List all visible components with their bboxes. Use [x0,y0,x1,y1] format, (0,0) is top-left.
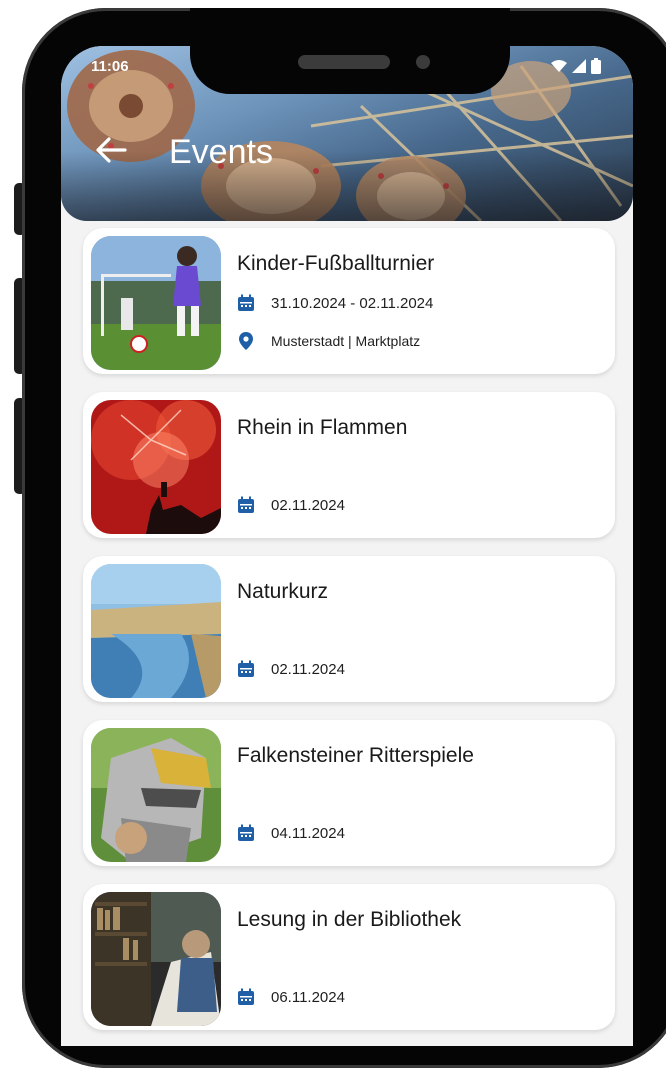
event-date: 02.11.2024 [271,496,345,514]
location-pin-icon [237,332,255,350]
event-date: 06.11.2024 [271,988,345,1006]
event-card[interactable]: Rhein in Flammen 02.11.2024 [83,392,615,538]
calendar-icon [237,496,255,514]
event-card[interactable]: Lesung in der Bibliothek 06.11.2024 [83,884,615,1030]
calendar-icon [237,294,255,312]
event-title: Lesung in der Bibliothek [237,908,462,931]
signal-icon [572,59,586,78]
status-time: 11:06 [91,58,129,75]
back-button[interactable] [91,132,131,172]
event-date-row: 06.11.2024 [237,988,345,1006]
arrow-left-icon [95,136,127,169]
event-thumbnail [91,728,221,862]
event-date-row: 31.10.2024 - 02.11.2024 [237,294,433,312]
event-thumbnail [91,400,221,534]
event-location: Musterstadt | Marktplatz [271,333,421,349]
phone-notch [190,8,510,94]
calendar-icon [237,824,255,842]
event-card[interactable]: Falkensteiner Ritterspiele 04.11.2024 [83,720,615,866]
calendar-icon [237,988,255,1006]
front-camera [416,55,430,69]
event-title: Rhein in Flammen [237,416,408,439]
event-date: 31.10.2024 - 02.11.2024 [271,294,434,312]
status-icons [551,58,601,79]
event-card[interactable]: Naturkurz 02.11.2024 [83,556,615,702]
event-thumbnail [91,892,221,1026]
event-title: Naturkurz [237,580,329,603]
event-date-row: 02.11.2024 [237,660,345,678]
battery-icon [591,58,601,79]
header-gradient [61,151,633,221]
calendar-icon [237,660,255,678]
event-title: Kinder-Fußballturnier [237,252,435,275]
event-date-row: 04.11.2024 [237,824,345,842]
event-date-row: 02.11.2024 [237,496,345,514]
event-location-row: Musterstadt | Marktplatz [237,332,420,350]
event-date: 02.11.2024 [271,660,345,678]
page-title: Events [169,133,273,171]
wifi-icon [551,59,567,78]
app-screen: 11:06 Events Kinder-Fußballturnier 31.10… [61,46,633,1046]
event-card[interactable]: Kinder-Fußballturnier 31.10.2024 - 02.11… [83,228,615,374]
event-thumbnail [91,564,221,698]
event-title: Falkensteiner Ritterspiele [237,744,474,767]
event-thumbnail [91,236,221,370]
event-date: 04.11.2024 [271,824,345,842]
notch-speaker [298,55,390,69]
